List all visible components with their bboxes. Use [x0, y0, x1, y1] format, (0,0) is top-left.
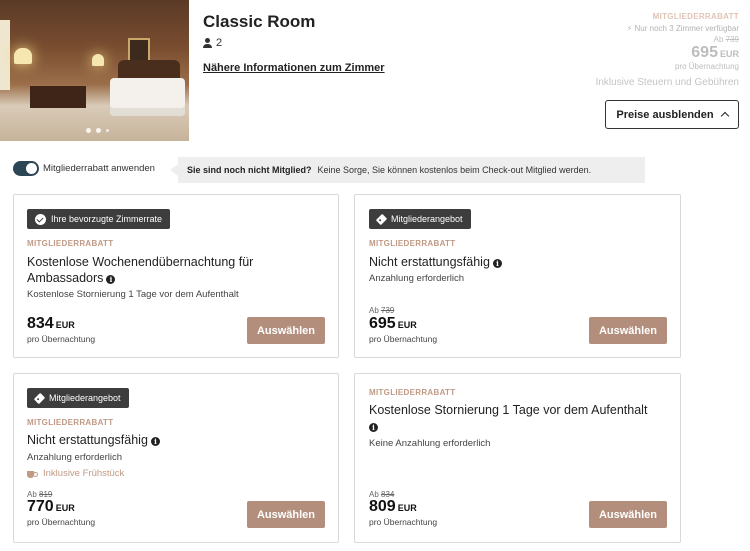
guest-count: 2: [203, 37, 222, 49]
rate-card: MITGLIEDERRABATT Kostenlose Stornierung …: [354, 373, 681, 543]
photo-bed: [110, 78, 185, 116]
photo-desk: [30, 86, 86, 108]
rate-price: 695 EUR: [369, 315, 417, 332]
info-icon[interactable]: i: [150, 437, 160, 446]
rate-subtitle: Kostenlose Stornierung 1 Tage vor dem Au…: [27, 289, 239, 300]
select-rate-button[interactable]: Auswählen: [247, 501, 325, 528]
guest-count-value: 2: [216, 37, 223, 49]
carousel-dots[interactable]: [86, 128, 109, 133]
member-discount-toggle[interactable]: [13, 161, 39, 176]
member-offer-badge: Mitgliederangebot: [369, 209, 471, 229]
select-rate-button[interactable]: Auswählen: [589, 317, 667, 344]
room-photo[interactable]: [0, 0, 189, 141]
carousel-dot[interactable]: [96, 128, 101, 133]
rate-tag: MITGLIEDERRABATT: [27, 239, 114, 248]
rate-card: Ihre bevorzugte Zimmerrate MITGLIEDERRAB…: [13, 194, 339, 358]
select-rate-button[interactable]: Auswählen: [589, 501, 667, 528]
info-icon[interactable]: i: [106, 275, 116, 284]
rate-subtitle: Keine Anzahlung erforderlich: [369, 438, 491, 449]
rate-tag: MITGLIEDERRABATT: [27, 418, 114, 427]
original-price: Ab 739: [713, 35, 739, 44]
room-title: Classic Room: [203, 12, 316, 31]
person-icon: [203, 38, 212, 48]
member-hint: Sie sind noch nicht Mitglied? Keine Sorg…: [170, 157, 645, 183]
check-circle-icon: [35, 213, 46, 225]
rate-card: Mitgliederangebot MITGLIEDERRABATT Nicht…: [13, 373, 339, 543]
rate-title: Kostenlose Stornierung 1 Tage vor dem Au…: [369, 403, 648, 432]
rate-title: Nicht erstattungsfähig i: [369, 254, 502, 270]
info-icon[interactable]: i: [492, 259, 502, 268]
photo-window: [0, 20, 10, 90]
breakfast-included: Inklusive Frühstück: [27, 468, 124, 479]
rate-title: Kostenlose Wochenendübernachtung für Amb…: [27, 255, 254, 285]
lightning-icon: ⚡: [626, 24, 633, 33]
member-discount-toggle-row: Mitgliederrabatt anwenden: [13, 161, 155, 176]
hide-prices-button[interactable]: Preise ausblenden: [605, 100, 739, 129]
rate-title: Nicht erstattungsfähig i: [27, 432, 160, 448]
preferred-rate-badge: Ihre bevorzugte Zimmerrate: [27, 209, 171, 229]
select-rate-button[interactable]: Auswählen: [247, 317, 325, 344]
price-summary: MITGLIEDERRABATT ⚡ Nur noch 3 Zimmer ver…: [519, 12, 739, 88]
rate-tag: MITGLIEDERRABATT: [369, 388, 456, 397]
member-discount-tag: MITGLIEDERRABATT: [652, 12, 739, 21]
rate-price: 770 EUR: [27, 498, 75, 515]
rate-tag: MITGLIEDERRABATT: [369, 239, 456, 248]
photo-lamp: [92, 54, 104, 66]
rate-card: Mitgliederangebot MITGLIEDERRABATT Nicht…: [354, 194, 681, 358]
per-night-label: pro Übernachtung: [674, 62, 739, 71]
photo-lamp: [14, 48, 32, 64]
tax-note: Inklusive Steuern und Gebühren: [595, 77, 739, 88]
member-offer-badge: Mitgliederangebot: [27, 388, 129, 408]
member-discount-toggle-label: Mitgliederrabatt anwenden: [43, 163, 155, 174]
carousel-dot[interactable]: [106, 129, 109, 132]
chevron-up-icon: [720, 111, 729, 121]
rate-subtitle: Anzahlung erforderlich: [27, 452, 123, 463]
per-night-label: pro Übernachtung: [369, 517, 438, 527]
availability-note: ⚡ Nur noch 3 Zimmer verfügbar: [626, 24, 739, 33]
original-price: Ab 739: [369, 306, 395, 315]
per-night-label: pro Übernachtung: [27, 334, 96, 344]
rate-subtitle: Anzahlung erforderlich: [369, 273, 465, 284]
per-night-label: pro Übernachtung: [27, 517, 96, 527]
info-icon[interactable]: i: [369, 423, 378, 432]
per-night-label: pro Übernachtung: [369, 334, 438, 344]
carousel-dot[interactable]: [86, 128, 91, 133]
tag-icon: [375, 213, 388, 225]
coffee-cup-icon: [27, 469, 38, 478]
rate-price: 809 EUR: [369, 498, 417, 515]
tag-icon: [33, 392, 46, 404]
member-hint-text: Keine Sorge, Sie können kostenlos beim C…: [317, 165, 592, 175]
rate-price: 834 EUR: [27, 315, 75, 332]
member-hint-question: Sie sind noch nicht Mitglied?: [187, 165, 312, 175]
room-details-link[interactable]: Nähere Informationen zum Zimmer: [203, 62, 385, 74]
price-amount: 695 EUR: [691, 44, 739, 61]
